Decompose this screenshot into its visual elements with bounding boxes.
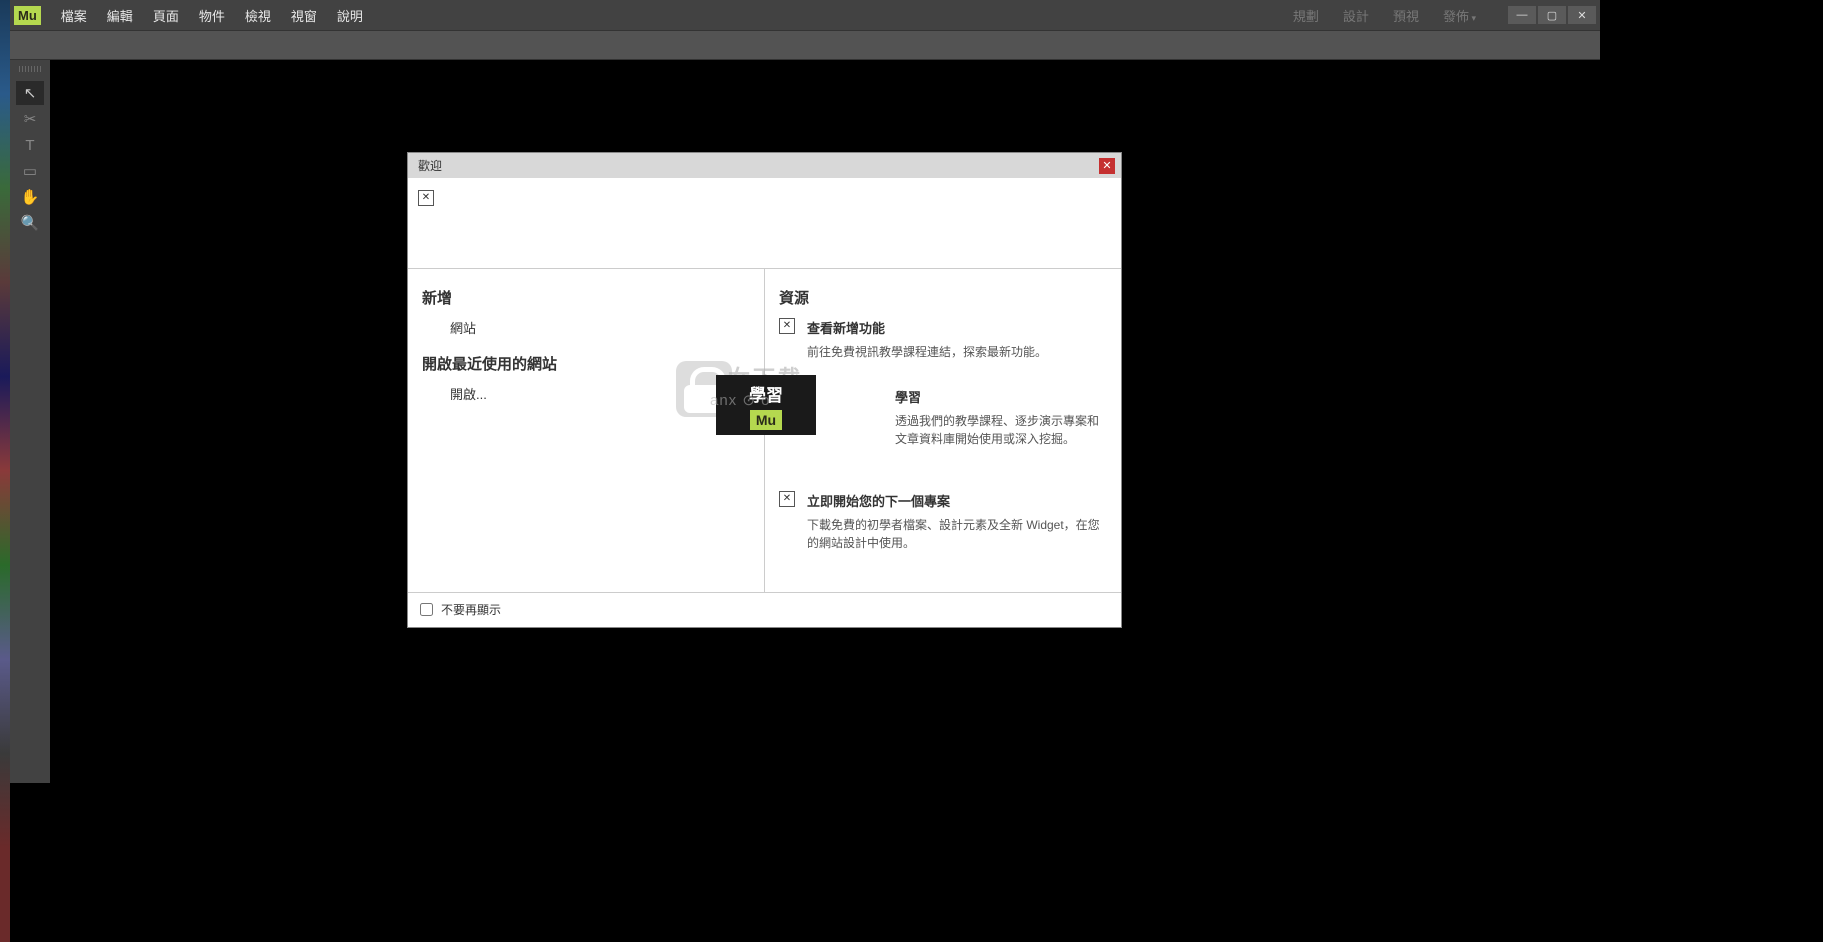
open-link[interactable]: 開啟...	[422, 384, 750, 403]
menu-edit[interactable]: 編輯	[97, 6, 143, 25]
toolbar-grip[interactable]	[19, 66, 41, 72]
minimize-button[interactable]: —	[1508, 6, 1536, 24]
menu-page[interactable]: 頁面	[143, 6, 189, 25]
crop-tool[interactable]: ✂	[16, 107, 44, 131]
close-button[interactable]: ✕	[1568, 6, 1596, 24]
welcome-left-column: 新增 網站 開啟最近使用的網站 開啟...	[408, 269, 765, 592]
dont-show-label: 不要再顯示	[441, 601, 501, 618]
text-tool[interactable]: T	[16, 133, 44, 157]
resource-start-project: 立即開始您的下一個專案 下載免費的初學者檔案、設計元素及全新 Widget，在您…	[779, 491, 1107, 552]
broken-image-icon	[418, 190, 434, 206]
hand-tool[interactable]: ✋	[16, 185, 44, 209]
welcome-header	[408, 178, 1121, 268]
create-new-heading: 新增	[422, 287, 750, 308]
app-logo: Mu	[14, 6, 41, 25]
maximize-button[interactable]: ▢	[1538, 6, 1566, 24]
resource-start-project-desc: 下載免費的初學者檔案、設計元素及全新 Widget，在您的網站設計中使用。	[807, 516, 1107, 552]
control-bar	[10, 30, 1600, 60]
resource-learn-title[interactable]: 學習	[895, 387, 1107, 406]
resource-whats-new: 查看新增功能 前往免費視訊教學課程連結，探索最新功能。	[779, 318, 1107, 361]
recent-heading: 開啟最近使用的網站	[422, 353, 750, 374]
dont-show-checkbox[interactable]	[420, 603, 433, 616]
broken-image-icon	[779, 491, 795, 507]
menubar: Mu 檔案 編輯 頁面 物件 檢視 視窗 說明 規劃 設計 預視 發佈 — ▢ …	[10, 0, 1600, 30]
menu-help[interactable]: 說明	[327, 6, 373, 25]
welcome-title: 歡迎	[418, 157, 442, 174]
menubar-right: 規劃 設計 預視 發佈 — ▢ ✕	[1281, 6, 1596, 25]
resource-start-project-title[interactable]: 立即開始您的下一個專案	[807, 491, 1107, 510]
menu-file[interactable]: 檔案	[51, 6, 97, 25]
mode-plan[interactable]: 規劃	[1281, 6, 1331, 25]
resource-learn: 學習 透過我們的教學課程、逐步演示專案和文章資料庫開始使用或深入挖掘。	[779, 387, 1107, 465]
resource-learn-desc: 透過我們的教學課程、逐步演示專案和文章資料庫開始使用或深入挖掘。	[895, 412, 1107, 448]
welcome-close-button[interactable]: ✕	[1099, 158, 1115, 174]
resource-whats-new-title[interactable]: 查看新增功能	[807, 318, 1107, 337]
resources-heading: 資源	[779, 287, 1107, 308]
mode-publish[interactable]: 發佈	[1431, 6, 1488, 25]
background-bottom	[0, 783, 1823, 942]
menu-window[interactable]: 視窗	[281, 6, 327, 25]
rectangle-tool[interactable]: ▭	[16, 159, 44, 183]
welcome-footer: 不要再顯示	[408, 592, 1121, 627]
welcome-right-column: 資源 查看新增功能 前往免費視訊教學課程連結，探索最新功能。 學習 透過我們的教…	[765, 269, 1121, 592]
mode-design[interactable]: 設計	[1331, 6, 1381, 25]
welcome-titlebar: 歡迎 ✕	[408, 153, 1121, 178]
zoom-tool[interactable]: 🔍	[16, 211, 44, 235]
create-site-link[interactable]: 網站	[422, 318, 750, 337]
desktop-icons-strip	[0, 0, 10, 942]
welcome-dialog: 歡迎 ✕ 新增 網站 開啟最近使用的網站 開啟... 資源 查看新增功能 前往免…	[408, 153, 1121, 627]
welcome-body: 新增 網站 開啟最近使用的網站 開啟... 資源 查看新增功能 前往免費視訊教學…	[408, 269, 1121, 592]
broken-image-icon	[779, 318, 795, 334]
toolbar: ↖ ✂ T ▭ ✋ 🔍	[10, 60, 50, 783]
menu-view[interactable]: 檢視	[235, 6, 281, 25]
window-controls: — ▢ ✕	[1506, 6, 1596, 24]
menu-object[interactable]: 物件	[189, 6, 235, 25]
selection-tool[interactable]: ↖	[16, 81, 44, 105]
mode-preview[interactable]: 預視	[1381, 6, 1431, 25]
resource-whats-new-desc: 前往免費視訊教學課程連結，探索最新功能。	[807, 343, 1107, 361]
